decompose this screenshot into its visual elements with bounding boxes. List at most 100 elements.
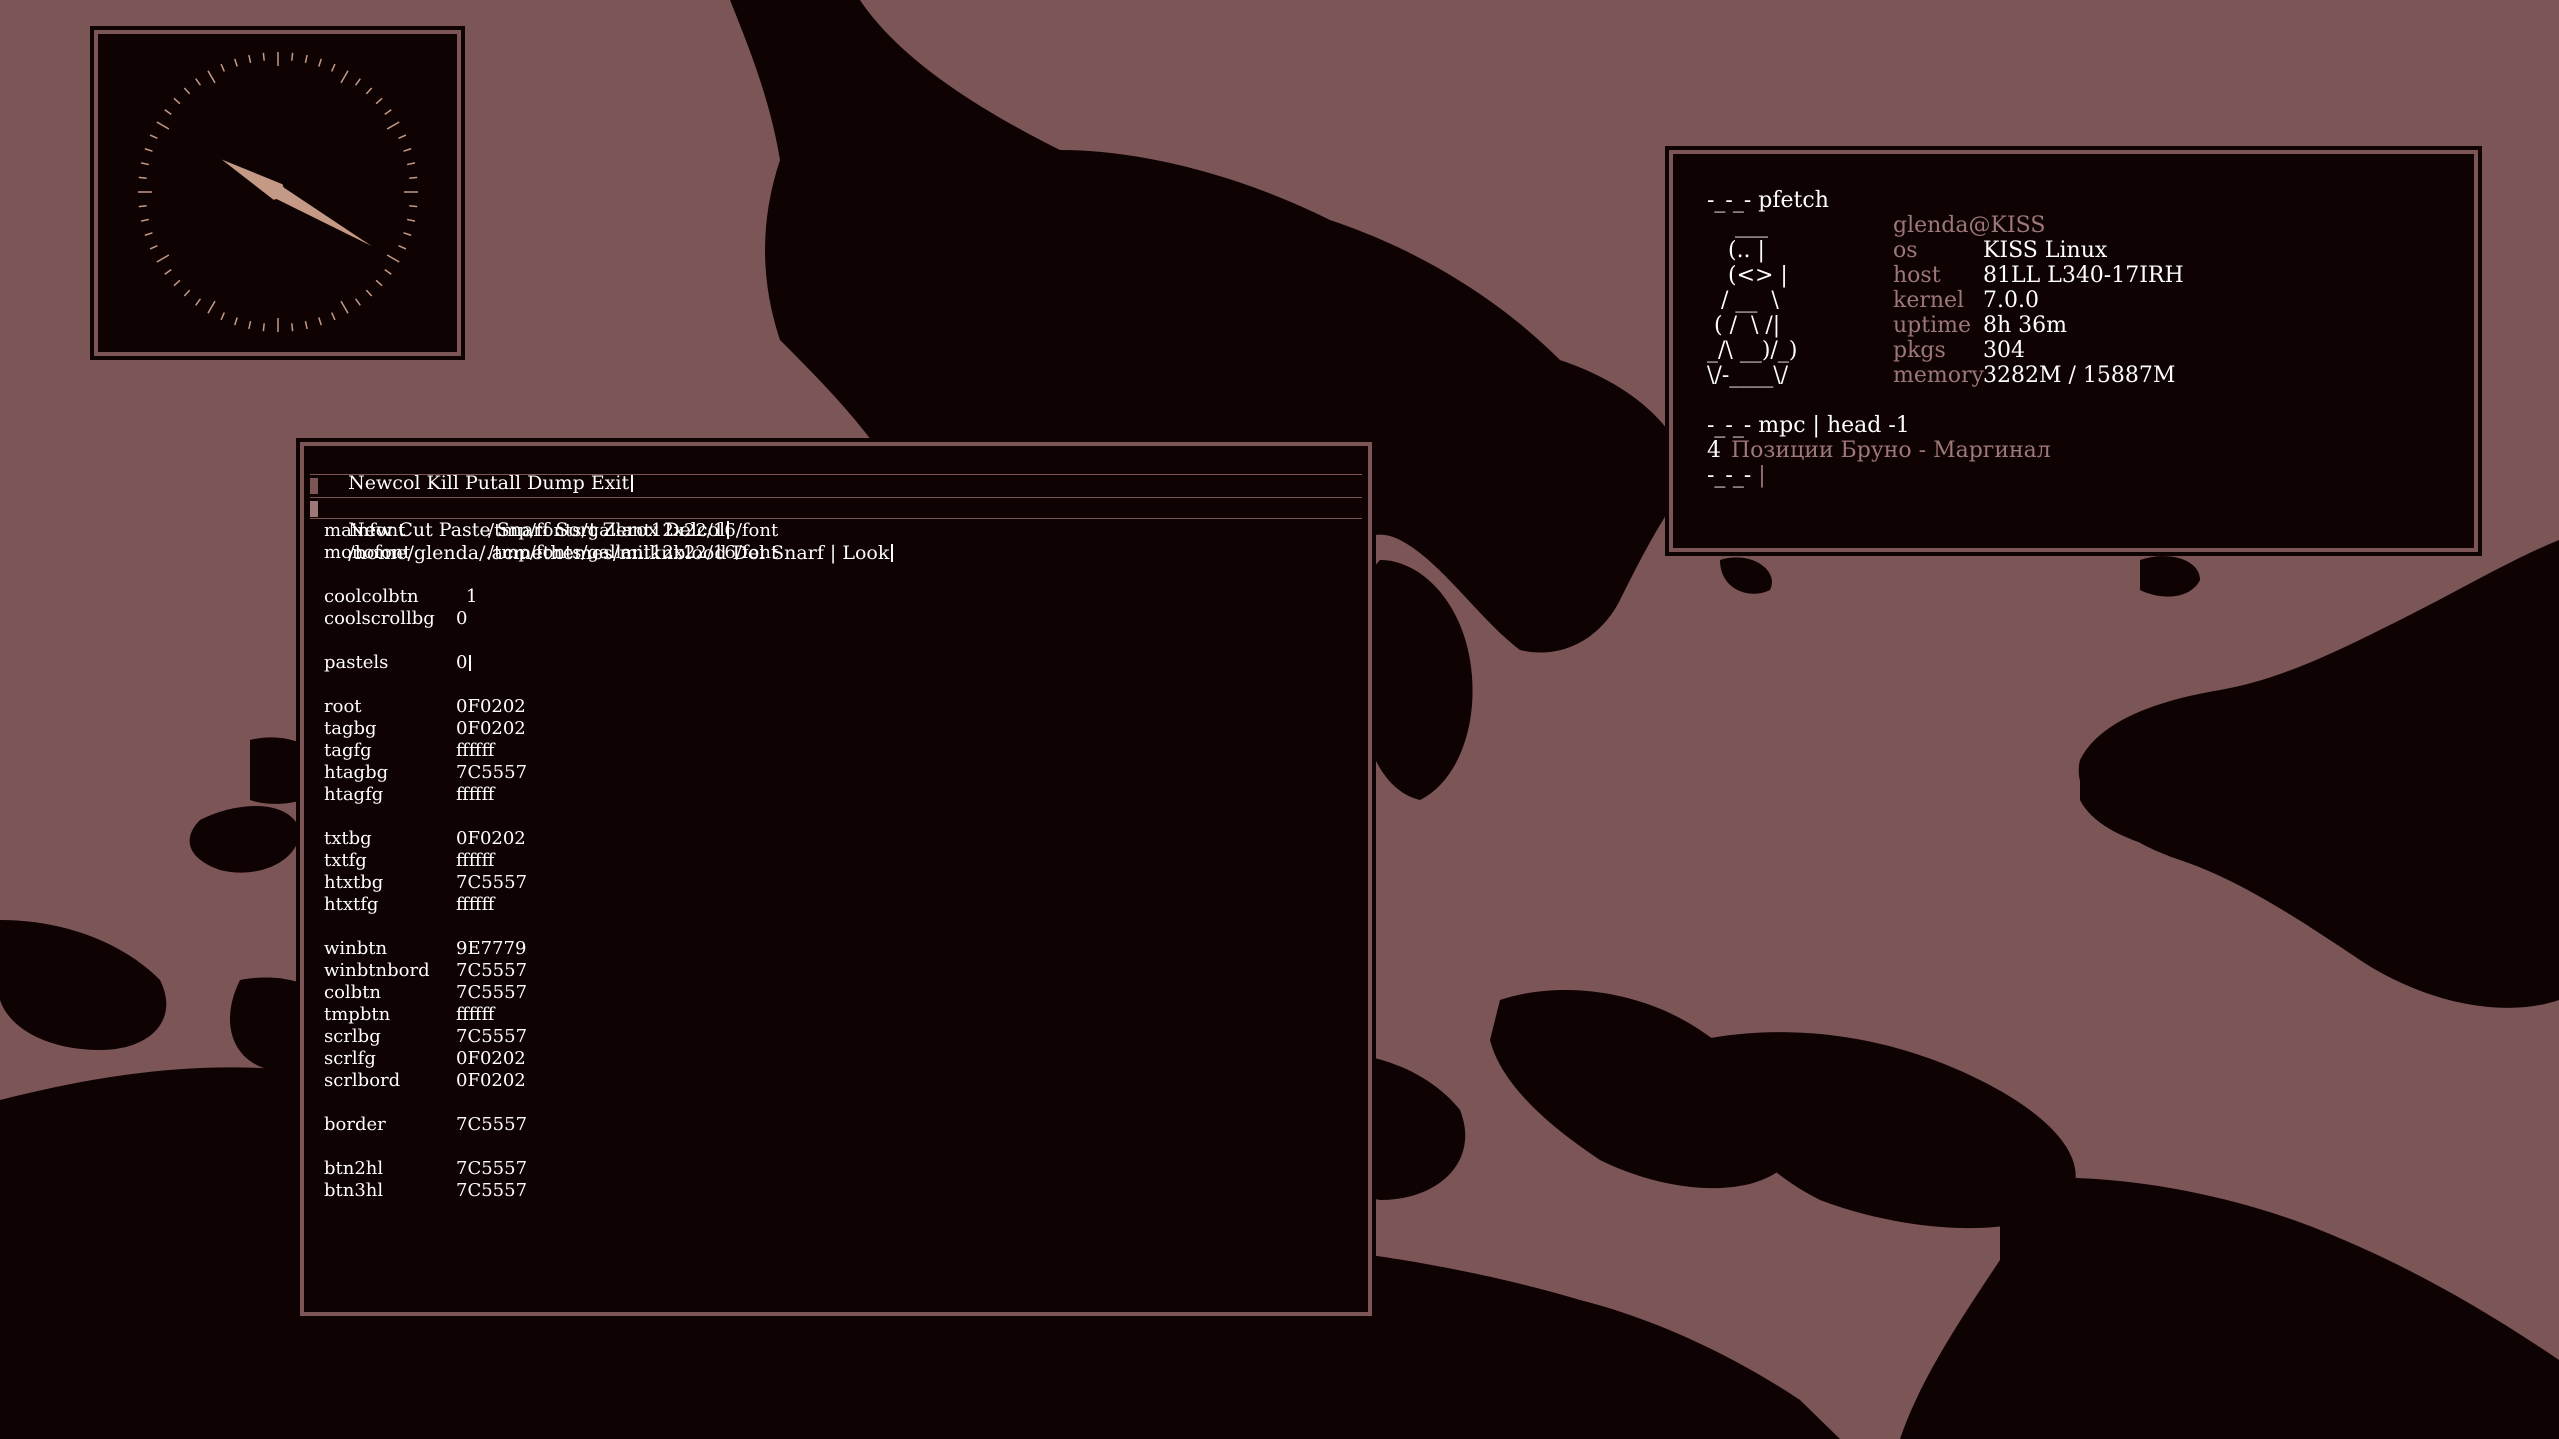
clock-tick bbox=[398, 134, 407, 139]
field-value: KISS Linux bbox=[1983, 238, 2108, 263]
field-value: 7.0.0 bbox=[1983, 288, 2039, 313]
column-tag[interactable]: New Cut Paste Snarf Sort Zerox Delcol bbox=[310, 474, 1362, 541]
field-value: 304 bbox=[1983, 338, 2025, 363]
main-tag[interactable]: Newcol Kill Putall Dump Exit bbox=[310, 450, 1362, 494]
setting-key: htagbg bbox=[324, 762, 389, 783]
analog-clock bbox=[138, 52, 418, 332]
setting-value: 7C5557 bbox=[456, 1114, 528, 1135]
text-cursor: | bbox=[1751, 463, 1766, 488]
setting-key: htagfg bbox=[324, 784, 384, 805]
clock-tick bbox=[195, 298, 202, 306]
clock-tick bbox=[149, 134, 158, 139]
setting-key: tagbg bbox=[324, 718, 377, 739]
clock-tick bbox=[365, 289, 373, 297]
clock-tick bbox=[375, 97, 383, 105]
setting-key: border bbox=[324, 1114, 386, 1135]
setting-value: ffffff bbox=[456, 894, 495, 915]
clock-tick bbox=[403, 148, 412, 152]
clock-window[interactable] bbox=[90, 26, 465, 360]
setting-value: 0F0202 bbox=[456, 696, 526, 717]
ascii-line: ( / \ /| bbox=[1707, 313, 1781, 338]
clock-tick bbox=[354, 298, 361, 306]
field-value: 3282M / 15887M bbox=[1983, 363, 2176, 388]
setting-key: htxtfg bbox=[324, 894, 379, 915]
clock-tick bbox=[375, 279, 383, 287]
ascii-line: (.. | bbox=[1707, 238, 1765, 263]
window-button[interactable] bbox=[310, 501, 318, 517]
clock-tick bbox=[365, 87, 373, 95]
text-cursor bbox=[469, 655, 472, 671]
clock-tick bbox=[291, 323, 294, 332]
window-tag[interactable]: /home/glenda/.acmethemes/milknblood Del … bbox=[310, 497, 1362, 564]
terminal-window[interactable]: -_-_- pfetch ___ (.. | (<> | / __ \ ( / … bbox=[1665, 146, 2482, 556]
clock-tick bbox=[331, 312, 336, 321]
clock-tick bbox=[331, 63, 336, 72]
field-value: 81LL L340-17IRH bbox=[1983, 263, 2184, 288]
clock-tick bbox=[403, 232, 412, 236]
clock-tick bbox=[406, 218, 416, 222]
clock-tick bbox=[164, 109, 172, 116]
ascii-line: / __ \ bbox=[1707, 288, 1779, 313]
setting-value: 1 bbox=[466, 586, 478, 607]
clock-tick bbox=[220, 312, 225, 321]
setting-key: winbtnbord bbox=[324, 960, 430, 981]
setting-key: colbtn bbox=[324, 982, 382, 1003]
field-key: memory bbox=[1893, 363, 1984, 388]
pfetch-header: -_-_- pfetch bbox=[1707, 188, 1829, 213]
setting-key: tmpbtn bbox=[324, 1004, 391, 1025]
setting-key: btn2hl bbox=[324, 1158, 384, 1179]
setting-key: root bbox=[324, 696, 362, 717]
ascii-logo: ___ (.. | (<> | / __ \ ( / \ /| _/\ __)/_… bbox=[1707, 213, 1797, 388]
field-key: host bbox=[1893, 263, 1941, 288]
clock-tick bbox=[291, 52, 294, 61]
mpc-track-number: 4 bbox=[1707, 438, 1721, 463]
setting-value: 0F0202 bbox=[456, 1048, 526, 1069]
clock-tick bbox=[409, 176, 418, 179]
clock-tick bbox=[262, 323, 265, 332]
clock-tick bbox=[173, 279, 181, 287]
setting-value: 7C5557 bbox=[456, 960, 528, 981]
field-key: uptime bbox=[1893, 313, 1972, 338]
scrollbar[interactable] bbox=[308, 518, 314, 1298]
setting-value: ffffff bbox=[456, 850, 495, 871]
setting-key: coolcolbtn bbox=[324, 586, 419, 607]
clock-tick bbox=[138, 205, 147, 208]
setting-key: htxtbg bbox=[324, 872, 384, 893]
shell-prompt[interactable]: -_-_- | bbox=[1707, 463, 1766, 488]
setting-value: 7C5557 bbox=[456, 1180, 528, 1201]
clock-tick bbox=[398, 245, 407, 250]
setting-value: 0 bbox=[456, 652, 472, 674]
acme-editor-window[interactable]: Newcol Kill Putall Dump Exit New Cut Pas… bbox=[296, 438, 1376, 1320]
clock-tick bbox=[234, 58, 238, 67]
field-key: pkgs bbox=[1893, 338, 1946, 363]
field-key: kernel bbox=[1893, 288, 1965, 313]
clock-tick bbox=[318, 58, 322, 67]
clock-tick bbox=[156, 121, 170, 130]
setting-key: txtbg bbox=[324, 828, 372, 849]
column-button[interactable] bbox=[310, 478, 318, 494]
clock-tick bbox=[140, 218, 150, 222]
prompt-text: -_-_- bbox=[1707, 463, 1752, 488]
setting-value: 7C5557 bbox=[456, 1158, 528, 1179]
setting-key: btn3hl bbox=[324, 1180, 384, 1201]
ascii-line: ___ bbox=[1707, 213, 1768, 238]
clock-tick bbox=[207, 70, 216, 84]
clock-tick bbox=[318, 317, 322, 326]
setting-value: 7C5557 bbox=[456, 762, 528, 783]
tag-cursor bbox=[891, 544, 894, 562]
clock-tick bbox=[183, 87, 191, 95]
clock-tick bbox=[384, 268, 392, 275]
clock-tick bbox=[220, 63, 225, 72]
clock-tick bbox=[304, 54, 308, 64]
setting-value: 7C5557 bbox=[456, 872, 528, 893]
field-value: 8h 36m bbox=[1983, 313, 2068, 338]
clock-tick bbox=[354, 78, 361, 86]
clock-tick bbox=[144, 148, 153, 152]
ascii-line: (<> | bbox=[1707, 263, 1788, 288]
setting-value: ffffff bbox=[456, 740, 495, 761]
minute-hand bbox=[269, 185, 372, 246]
setting-value: 0F0202 bbox=[456, 1070, 526, 1091]
setting-value: 9E7779 bbox=[456, 938, 527, 959]
clock-tick bbox=[384, 109, 392, 116]
clock-tick bbox=[406, 162, 416, 166]
